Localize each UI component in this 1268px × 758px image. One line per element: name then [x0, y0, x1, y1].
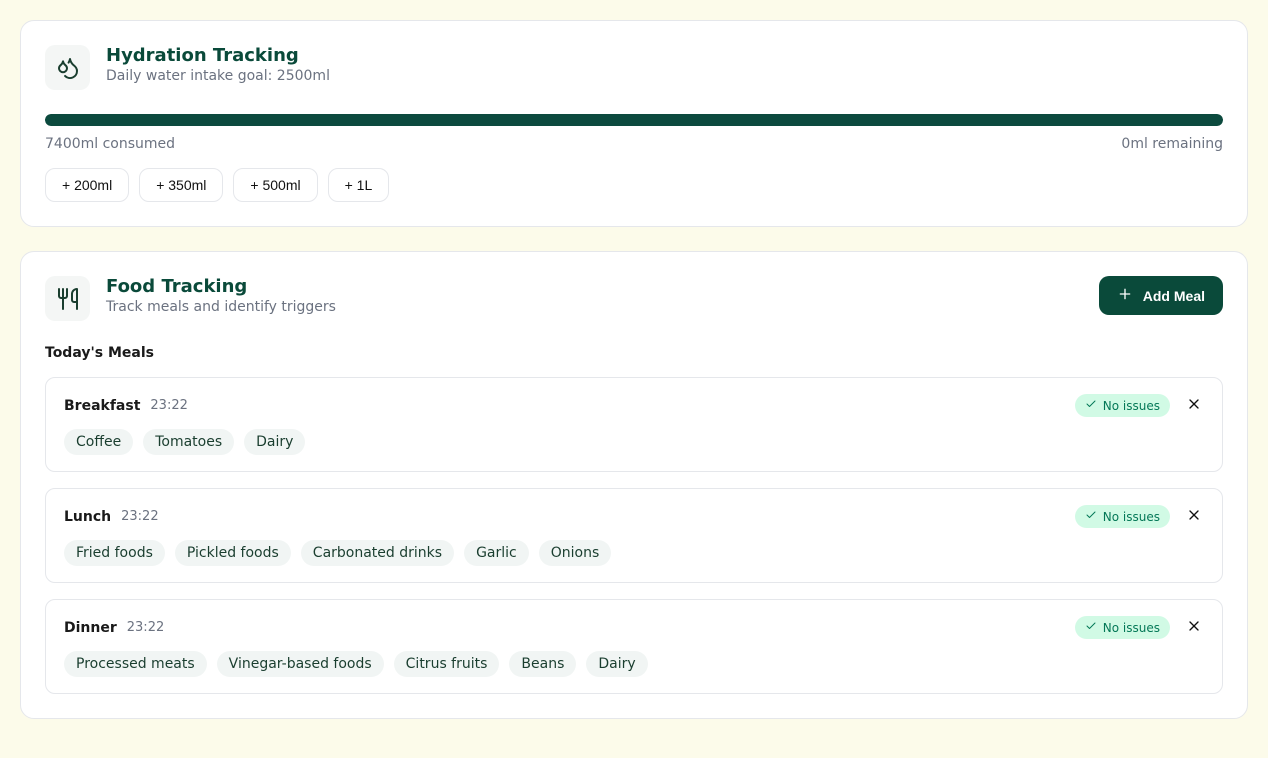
hydration-add-3[interactable]: + 1L	[328, 168, 390, 202]
meal-status-badge: No issues	[1075, 394, 1170, 417]
meal-status-badge: No issues	[1075, 616, 1170, 639]
hydration-progress-fill	[45, 114, 1223, 126]
delete-meal-button[interactable]	[1184, 505, 1204, 528]
status-label: No issues	[1103, 510, 1160, 524]
food-header: Food Tracking Track meals and identify t…	[45, 276, 1223, 321]
meal-card-lunch: Lunch 23:22 No issues Fried foods Pickled fo…	[45, 488, 1223, 583]
meal-items: Processed meats Vinegar-based foods Citrus…	[64, 651, 1204, 677]
droplets-icon	[45, 45, 90, 90]
hydration-consumed: 7400ml consumed	[45, 136, 175, 152]
food-item-pill: Garlic	[464, 540, 529, 566]
meal-time: 23:22	[121, 509, 158, 524]
hydration-progress	[45, 114, 1223, 126]
hydration-subtitle: Daily water intake goal: 2500ml	[106, 68, 330, 84]
meal-items: Fried foods Pickled foods Carbonated drink…	[64, 540, 1204, 566]
utensils-icon	[45, 276, 90, 321]
hydration-add-0[interactable]: + 200ml	[45, 168, 129, 202]
meal-card-dinner: Dinner 23:22 No issues Processed meats Vineg…	[45, 599, 1223, 694]
close-icon	[1186, 507, 1202, 526]
food-item-pill: Coffee	[64, 429, 133, 455]
food-item-pill: Beans	[509, 651, 576, 677]
check-icon	[1085, 620, 1097, 635]
hydration-quick-add-row: + 200ml + 350ml + 500ml + 1L	[45, 168, 1223, 202]
check-icon	[1085, 398, 1097, 413]
food-item-pill: Pickled foods	[175, 540, 291, 566]
food-item-pill: Citrus fruits	[394, 651, 500, 677]
food-subtitle: Track meals and identify triggers	[106, 299, 336, 315]
hydration-add-1[interactable]: + 350ml	[139, 168, 223, 202]
food-item-pill: Tomatoes	[143, 429, 234, 455]
food-item-pill: Fried foods	[64, 540, 165, 566]
meal-name: Lunch	[64, 509, 111, 525]
delete-meal-button[interactable]	[1184, 394, 1204, 417]
food-item-pill: Dairy	[586, 651, 647, 677]
food-card: Food Tracking Track meals and identify t…	[20, 251, 1248, 719]
hydration-card: Hydration Tracking Daily water intake go…	[20, 20, 1248, 227]
status-label: No issues	[1103, 621, 1160, 635]
food-title: Food Tracking	[106, 276, 336, 297]
meal-name: Breakfast	[64, 398, 140, 414]
hydration-remaining: 0ml remaining	[1121, 136, 1223, 152]
add-meal-button[interactable]: Add Meal	[1099, 276, 1223, 315]
meal-items: Coffee Tomatoes Dairy	[64, 429, 1204, 455]
add-meal-label: Add Meal	[1143, 288, 1205, 304]
food-item-pill: Vinegar-based foods	[217, 651, 384, 677]
hydration-title: Hydration Tracking	[106, 45, 330, 66]
food-item-pill: Onions	[539, 540, 612, 566]
close-icon	[1186, 618, 1202, 637]
delete-meal-button[interactable]	[1184, 616, 1204, 639]
food-item-pill: Dairy	[244, 429, 305, 455]
plus-icon	[1117, 286, 1133, 305]
check-icon	[1085, 509, 1097, 524]
food-item-pill: Carbonated drinks	[301, 540, 454, 566]
todays-meals-heading: Today's Meals	[45, 345, 1223, 361]
meal-time: 23:22	[150, 398, 187, 413]
meal-name: Dinner	[64, 620, 117, 636]
hydration-header: Hydration Tracking Daily water intake go…	[45, 45, 1223, 90]
food-item-pill: Processed meats	[64, 651, 207, 677]
meal-status-badge: No issues	[1075, 505, 1170, 528]
meals-list: Breakfast 23:22 No issues Coffee Tomatoes Dai…	[45, 377, 1223, 694]
close-icon	[1186, 396, 1202, 415]
meal-time: 23:22	[127, 620, 164, 635]
meal-card-breakfast: Breakfast 23:22 No issues Coffee Tomatoes Dai…	[45, 377, 1223, 472]
hydration-add-2[interactable]: + 500ml	[233, 168, 317, 202]
status-label: No issues	[1103, 399, 1160, 413]
